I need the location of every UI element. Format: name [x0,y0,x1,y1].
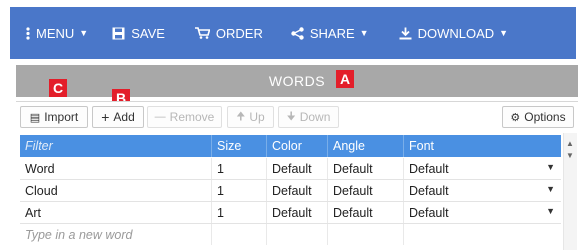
remove-label: Remove [169,110,215,124]
callout-badge-c: C [49,79,67,97]
font-cell[interactable]: Default ▼ [403,180,561,201]
column-color[interactable]: Color [266,135,327,157]
options-label: Options [524,110,566,124]
size-cell[interactable] [211,224,266,245]
new-word-row[interactable]: Type in a new word [20,224,561,245]
caret-down-icon: ▼ [499,28,509,38]
arrow-down-icon: 🠋 [286,110,296,123]
color-cell[interactable]: Default [266,202,327,223]
cart-icon [194,27,210,39]
font-value: Default [409,183,449,198]
grid-header-row: Filter Size Color Angle Font [20,135,561,157]
order-button[interactable]: ORDER [194,7,263,59]
arrow-up-icon: 🠉 [236,110,246,123]
remove-button[interactable]: — Remove [147,106,222,128]
caret-down-icon: ▼ [359,28,369,38]
font-cell[interactable]: Default ▼ [403,158,561,179]
word-cell[interactable]: Cloud [20,180,211,201]
column-size[interactable]: Size [211,135,266,157]
menubar: MENU ▼ SAVE ORDER SHARE ▼ DOWNLOAD ▼ [10,7,576,59]
download-button[interactable]: DOWNLOAD ▼ [399,7,508,59]
column-filter[interactable]: Filter [20,135,211,157]
save-button[interactable]: SAVE [112,7,165,59]
order-label: ORDER [215,25,263,41]
column-angle[interactable]: Angle [327,135,403,157]
word-cell[interactable]: Word [20,158,211,179]
scroll-down-icon[interactable]: ▼ [566,151,574,160]
vertical-dots-icon [26,26,30,40]
download-icon [399,27,412,40]
font-cell[interactable]: Default ▼ [403,202,561,223]
add-button[interactable]: + Add [92,106,144,128]
angle-cell[interactable]: Default [327,180,403,201]
dropdown-arrow-icon[interactable]: ▼ [546,162,555,172]
minus-icon: — [154,111,166,123]
font-value: Default [409,205,449,220]
share-button[interactable]: SHARE ▼ [291,7,369,59]
gear-icon: ⚙ [510,111,521,124]
scroll-up-icon[interactable]: ▲ [566,139,574,148]
word-cell[interactable]: Art [20,202,211,223]
up-button[interactable]: 🠉 Up [227,106,274,128]
words-grid: Filter Size Color Angle Font Word 1 Defa… [16,133,578,250]
table-row[interactable]: Word 1 Default Default Default ▼ [20,158,561,180]
grid-scrollbar[interactable]: ▲ ▼ [563,133,577,250]
new-word-input[interactable]: Type in a new word [20,224,211,245]
menu-label: MENU [36,25,75,41]
dropdown-arrow-icon[interactable]: ▼ [546,184,555,194]
angle-cell[interactable] [327,224,403,245]
menu-button[interactable]: MENU ▼ [26,7,88,59]
dropdown-arrow-icon[interactable]: ▼ [546,206,555,216]
size-cell[interactable]: 1 [211,180,266,201]
import-label: Import [44,110,79,124]
angle-cell[interactable]: Default [327,202,403,223]
plus-icon: + [101,109,110,125]
down-button[interactable]: 🠋 Down [278,106,339,128]
words-panel-header: WORDS [16,65,578,97]
font-cell[interactable] [403,224,561,245]
table-row[interactable]: Art 1 Default Default Default ▼ [20,202,561,224]
table-row[interactable]: Cloud 1 Default Default Default ▼ [20,180,561,202]
caret-down-icon: ▼ [79,28,89,38]
add-label: Add [113,110,135,124]
color-cell[interactable] [266,224,327,245]
color-cell[interactable]: Default [266,158,327,179]
size-cell[interactable]: 1 [211,158,266,179]
options-button[interactable]: ⚙ Options [502,106,574,128]
down-label: Down [299,110,331,124]
column-font[interactable]: Font [403,135,561,157]
font-value: Default [409,161,449,176]
callout-badge-a: A [336,70,354,88]
up-label: Up [249,110,265,124]
download-label: DOWNLOAD [417,25,495,41]
share-icon [291,26,304,40]
color-cell[interactable]: Default [266,180,327,201]
save-label: SAVE [131,25,165,41]
panel-title: WORDS [268,73,326,89]
words-toolbar: ▤ Import + Add — Remove 🠉 Up 🠋 Down ⚙ Op… [16,101,578,133]
size-cell[interactable]: 1 [211,202,266,223]
import-icon: ▤ [29,111,41,124]
share-label: SHARE [309,25,355,41]
save-icon [112,27,125,40]
angle-cell[interactable]: Default [327,158,403,179]
import-button[interactable]: ▤ Import [20,106,88,128]
